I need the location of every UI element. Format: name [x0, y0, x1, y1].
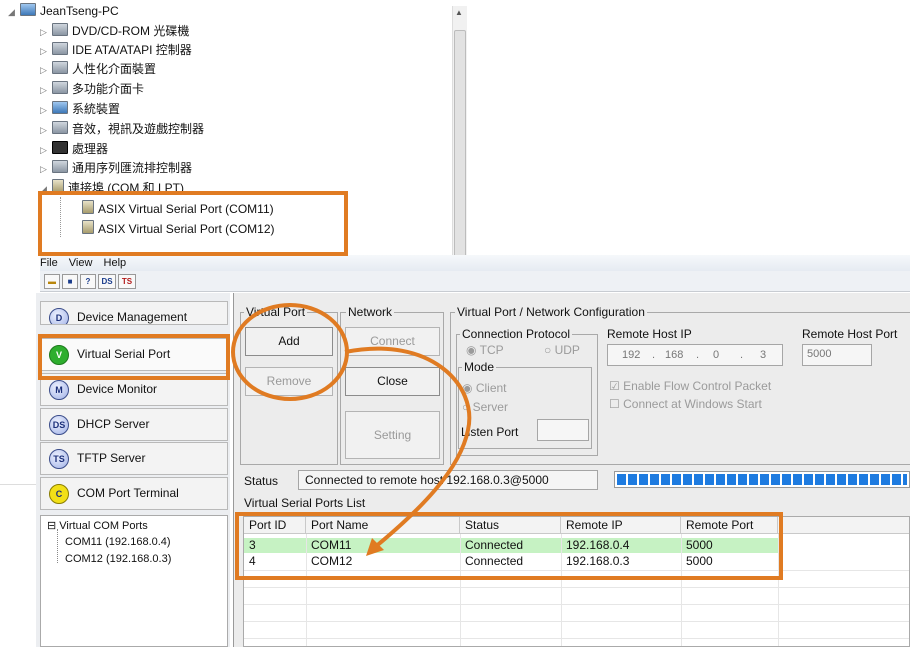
annotation-arrow — [344, 346, 472, 550]
annotation-circle-add — [231, 303, 349, 401]
annotation-overlay — [231, 303, 472, 556]
